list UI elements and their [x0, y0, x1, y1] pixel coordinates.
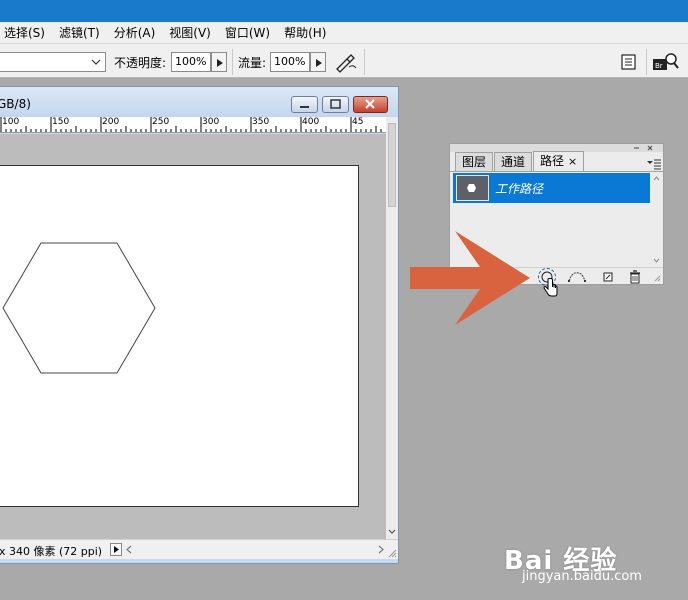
tab-divider: [450, 171, 663, 172]
options-divider: [364, 49, 365, 75]
hexagon-path-shape: [2, 242, 156, 374]
menu-help[interactable]: 帮助(H): [280, 24, 330, 41]
new-path-icon[interactable]: [601, 270, 615, 284]
svg-text:Br: Br: [655, 62, 663, 70]
options-divider: [646, 49, 647, 75]
tab-layers[interactable]: 图层: [455, 152, 494, 171]
triangle-right-icon: [316, 59, 322, 67]
path-to-selection-icon[interactable]: [567, 270, 587, 284]
opacity-field[interactable]: 100%: [171, 52, 211, 72]
tab-label: 图层: [462, 155, 487, 169]
document-canvas[interactable]: [0, 165, 359, 507]
minimize-icon: [300, 106, 309, 108]
horizontal-scrollbar[interactable]: [124, 543, 386, 556]
ruler-label: 250: [152, 117, 170, 127]
opacity-label: 不透明度:: [114, 56, 167, 70]
menu-select[interactable]: 选择(S): [0, 24, 49, 41]
minimize-button[interactable]: [291, 96, 318, 113]
document-size-status: x 340 像素 (72 ppi): [0, 545, 103, 558]
opacity-slider-button[interactable]: [211, 52, 227, 72]
canvas-area: [0, 134, 386, 539]
chevron-down-icon: [91, 59, 101, 65]
tab-label: 路径: [540, 154, 565, 168]
collapse-panel-icon[interactable]: [632, 145, 660, 151]
tab-label: 通道: [501, 155, 526, 169]
watermark-url: jingyan.baidu.com: [522, 569, 642, 584]
close-button[interactable]: [353, 96, 388, 113]
close-icon: [365, 99, 375, 109]
highlight-arrow: [410, 231, 530, 325]
bridge-search-icon[interactable]: Br: [652, 51, 679, 73]
path-thumbnail: [456, 175, 489, 201]
maximize-icon: [330, 99, 341, 109]
ruler-label: 300: [202, 117, 220, 127]
scroll-left-arrow-icon[interactable]: [124, 543, 134, 556]
scroll-thumb[interactable]: [388, 123, 396, 207]
vertical-scrollbar[interactable]: [386, 117, 398, 539]
app-title-bar: [0, 0, 688, 22]
palette-well-icon[interactable]: [616, 51, 640, 73]
panel-scrollbar[interactable]: [651, 173, 662, 265]
tab-paths[interactable]: 路径 ×: [533, 151, 585, 171]
ruler-label: 400: [302, 117, 320, 127]
flow-slider-button[interactable]: [310, 52, 326, 72]
options-bar: 不透明度: 100% 流量: 100% Br: [0, 43, 688, 78]
options-divider: [232, 49, 233, 75]
flow-field[interactable]: 100%: [270, 52, 310, 72]
path-preview-icon: [467, 184, 476, 192]
airbrush-icon[interactable]: [334, 51, 358, 73]
panel-menu-icon[interactable]: [647, 158, 661, 170]
triangle-right-icon: [114, 546, 119, 553]
document-window: GB/8) 100 150 200 250 300 350 400 45 x 3…: [0, 86, 399, 564]
menu-bar: 选择(S) 滤镜(T) 分析(A) 视图(V) 窗口(W) 帮助(H): [0, 22, 688, 43]
menu-analysis[interactable]: 分析(A): [110, 24, 160, 41]
scroll-down-arrow-icon[interactable]: [386, 527, 398, 537]
hand-cursor-icon: [543, 278, 558, 297]
path-name: 工作路径: [495, 182, 544, 196]
document-title: GB/8): [0, 97, 31, 111]
status-menu-button[interactable]: [110, 543, 122, 556]
menu-filter[interactable]: 滤镜(T): [55, 24, 104, 41]
document-title-bar[interactable]: GB/8): [0, 87, 398, 117]
horizontal-ruler: 100 150 200 250 300 350 400 45: [0, 117, 386, 133]
brush-preset-select[interactable]: [0, 52, 106, 72]
ruler-label: 200: [102, 117, 120, 127]
ruler-label: 45: [352, 117, 364, 127]
status-bar: x 340 像素 (72 ppi): [0, 539, 398, 559]
ruler-label: 100: [2, 117, 20, 127]
tab-channels[interactable]: 通道: [494, 152, 533, 171]
ruler-label: 350: [252, 117, 270, 127]
ruler-label: 150: [52, 117, 70, 127]
scroll-right-arrow-icon[interactable]: [376, 543, 386, 556]
path-list-item[interactable]: 工作路径: [453, 173, 650, 203]
trash-icon[interactable]: [628, 270, 642, 284]
triangle-right-icon: [217, 59, 223, 67]
close-tab-icon[interactable]: ×: [568, 155, 577, 168]
resize-grip-icon[interactable]: [653, 274, 661, 282]
menu-view[interactable]: 视图(V): [165, 24, 215, 41]
resize-grip-icon[interactable]: [387, 548, 397, 558]
baidu-watermark: Bai 经验 jingyan.baidu.com: [500, 538, 670, 588]
flow-label: 流量:: [238, 56, 267, 70]
maximize-button[interactable]: [322, 96, 349, 113]
menu-window[interactable]: 窗口(W): [221, 24, 274, 41]
